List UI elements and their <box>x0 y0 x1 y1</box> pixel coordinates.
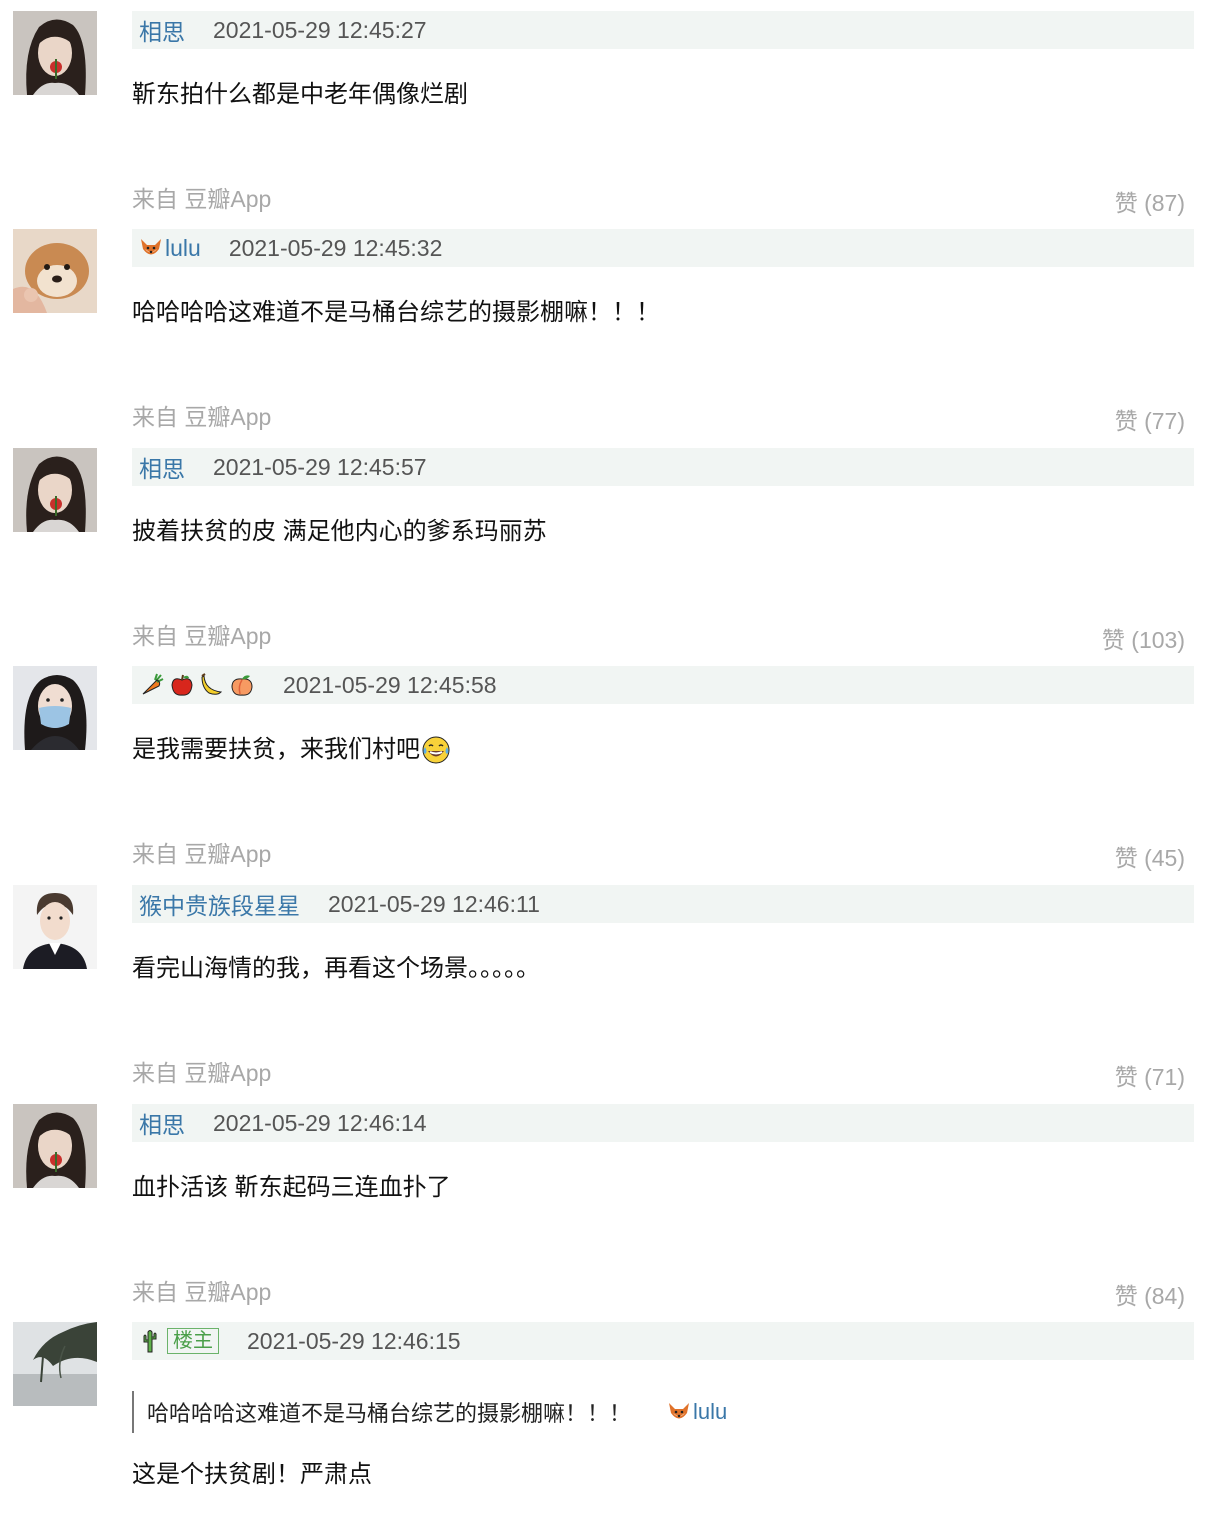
cactus-icon[interactable] <box>139 1328 161 1354</box>
source-label: 来自 豆瓣App <box>132 841 272 867</box>
timestamp: 2021-05-29 12:46:15 <box>247 1327 461 1354</box>
avatar-woman-flower-icon <box>13 1104 97 1188</box>
comment-text: 是我需要扶贫，来我们村吧 <box>132 730 451 770</box>
username-link[interactable]: 相思 <box>139 13 185 47</box>
tears-of-joy-emoji-icon <box>421 735 451 765</box>
avatar[interactable] <box>13 11 97 95</box>
avatar-tree-landscape-icon <box>13 1322 97 1406</box>
avatar[interactable] <box>13 229 97 313</box>
timestamp: 2021-05-29 12:45:57 <box>213 453 427 480</box>
fox-icon <box>667 1400 691 1424</box>
username-link[interactable]: 相思 <box>139 450 185 484</box>
avatar-masked-woman-icon <box>13 666 97 750</box>
avatar[interactable] <box>13 666 97 750</box>
banana-icon <box>201 673 223 695</box>
source-label: 来自 豆瓣App <box>132 623 272 649</box>
comment-header: 楼主 2021-05-29 12:46:15 <box>132 1322 1194 1360</box>
comment-text: 血扑活该 靳东起码三连血扑了 <box>132 1174 451 1201</box>
username-link[interactable]: 相思 <box>139 1106 185 1140</box>
comment-header: 相思 2021-05-29 12:45:27 <box>132 11 1194 49</box>
quoted-reply: 哈哈哈哈这难道不是马桶台综艺的摄影棚嘛！！！ lulu <box>132 1391 727 1433</box>
comment-text-content: 是我需要扶贫，来我们村吧 <box>132 736 420 763</box>
timestamp: 2021-05-29 12:45:27 <box>213 16 427 43</box>
username-link[interactable]: lulu <box>139 235 201 262</box>
avatar[interactable] <box>13 1104 97 1188</box>
comment-item: 2021-05-29 12:45:58 是我需要扶贫，来我们村吧 来自 豆瓣Ap… <box>0 655 1218 873</box>
comment-item: 猴中贵族段星星 2021-05-29 12:46:11 看完山海情的我，再看这个… <box>0 874 1218 1092</box>
username-label: lulu <box>165 234 201 261</box>
fox-icon <box>139 236 163 260</box>
avatar[interactable] <box>13 885 97 969</box>
avatar[interactable] <box>13 1322 97 1406</box>
source-label: 来自 豆瓣App <box>132 404 272 430</box>
avatar[interactable] <box>13 448 97 532</box>
avatar-dog-icon <box>13 229 97 313</box>
like-button[interactable]: 赞 (77) <box>1115 402 1185 436</box>
comment-text: 这是个扶贫剧！严肃点 <box>132 1461 372 1488</box>
like-button[interactable]: 赞 (45) <box>1115 839 1185 873</box>
quoted-text: 哈哈哈哈这难道不是马桶台综艺的摄影棚嘛！！！ <box>147 1401 632 1426</box>
timestamp: 2021-05-29 12:46:14 <box>213 1109 427 1136</box>
op-badge: 楼主 <box>167 1328 219 1354</box>
comment-item: 相思 2021-05-29 12:45:57 披着扶贫的皮 满足他内心的爹系玛丽… <box>0 437 1218 655</box>
avatar-young-man-icon <box>13 885 97 969</box>
like-button[interactable]: 赞 (87) <box>1115 184 1185 218</box>
timestamp: 2021-05-29 12:46:11 <box>328 890 540 917</box>
comment-text: 披着扶贫的皮 满足他内心的爹系玛丽苏 <box>132 518 547 545</box>
source-label: 来自 豆瓣App <box>132 186 272 212</box>
timestamp: 2021-05-29 12:45:32 <box>228 234 443 261</box>
apple-icon <box>171 674 193 696</box>
source-label: 来自 豆瓣App <box>132 1279 272 1305</box>
comment-item: 相思 2021-05-29 12:46:14 血扑活该 靳东起码三连血扑了 来自… <box>0 1093 1218 1311</box>
comment-text: 哈哈哈哈这难道不是马桶台综艺的摄影棚嘛！！！ <box>132 299 660 326</box>
timestamp: 2021-05-29 12:45:58 <box>283 671 497 698</box>
quoted-author-label: lulu <box>693 1399 728 1424</box>
quoted-author-link[interactable]: lulu <box>667 1399 727 1425</box>
comment-item: 相思 2021-05-29 12:45:27 靳东拍什么都是中老年偶像烂剧 来自… <box>0 0 1218 218</box>
like-button[interactable]: 赞 (84) <box>1115 1277 1185 1311</box>
username-link[interactable]: 猴中贵族段星星 <box>139 887 300 921</box>
peach-icon <box>231 675 253 696</box>
comment-item: 楼主 2021-05-29 12:46:15 哈哈哈哈这难道不是马桶台综艺的摄影… <box>0 1311 1218 1529</box>
comment-text: 靳东拍什么都是中老年偶像烂剧 <box>132 81 468 108</box>
comment-header: 相思 2021-05-29 12:45:57 <box>132 448 1194 486</box>
comment-text: 看完山海情的我，再看这个场景。。。。。 <box>132 955 540 982</box>
comment-header: 猴中贵族段星星 2021-05-29 12:46:11 <box>132 885 1194 923</box>
avatar-woman-flower-icon <box>13 448 97 532</box>
carrot-icon <box>142 673 164 695</box>
username-link[interactable] <box>139 672 255 698</box>
source-label: 来自 豆瓣App <box>132 1060 272 1086</box>
like-button[interactable]: 赞 (71) <box>1115 1058 1185 1092</box>
comment-header: 2021-05-29 12:45:58 <box>132 666 1194 704</box>
comment-header: lulu 2021-05-29 12:45:32 <box>132 229 1194 267</box>
comment-header: 相思 2021-05-29 12:46:14 <box>132 1104 1194 1142</box>
like-button[interactable]: 赞 (103) <box>1102 621 1185 655</box>
comment-item: lulu 2021-05-29 12:45:32 哈哈哈哈这难道不是马桶台综艺的… <box>0 218 1218 436</box>
avatar-woman-flower-icon <box>13 11 97 95</box>
